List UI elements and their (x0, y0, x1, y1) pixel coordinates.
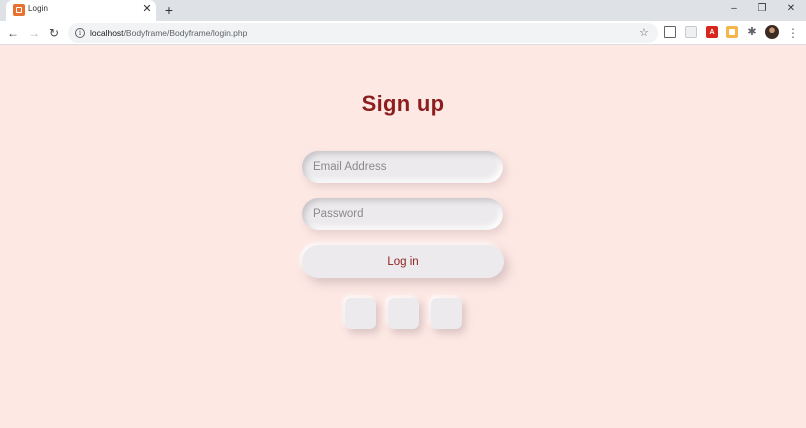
url-host: localhost (90, 28, 124, 38)
login-page: Sign up Log in (0, 46, 806, 428)
site-info-icon[interactable]: i (75, 28, 85, 38)
email-input[interactable] (302, 151, 503, 183)
browser-tab[interactable]: Login ✕ (6, 0, 156, 21)
bookmark-star-icon[interactable]: ☆ (639, 26, 649, 39)
login-button[interactable]: Log in (302, 245, 504, 278)
reload-icon[interactable]: ↻ (46, 25, 62, 41)
browser-menu-icon[interactable]: ⋮ (787, 25, 799, 41)
social-login-button-2[interactable] (388, 298, 419, 329)
social-login-button-1[interactable] (345, 298, 376, 329)
favicon-icon (13, 4, 25, 16)
pdf-extension-icon[interactable]: A (706, 26, 718, 38)
password-input[interactable] (302, 198, 503, 230)
new-tab-icon[interactable]: + (162, 3, 176, 17)
tab-strip: Login ✕ + – ❐ ✕ (0, 0, 806, 21)
social-login-button-3[interactable] (431, 298, 462, 329)
url-path: /Bodyframe/Bodyframe/login.php (123, 28, 248, 38)
browser-toolbar: ← → ↻ i localhost/Bodyframe/Bodyframe/lo… (0, 21, 806, 45)
minimize-icon[interactable]: – (725, 2, 743, 16)
back-arrow-icon[interactable]: ← (5, 25, 21, 41)
restore-icon[interactable]: ❐ (753, 2, 771, 16)
reader-mode-icon[interactable] (664, 26, 676, 38)
extension-doc-icon[interactable] (685, 26, 697, 38)
extension-box-icon[interactable] (726, 26, 738, 38)
profile-avatar[interactable] (765, 25, 779, 39)
forward-arrow-icon[interactable]: → (26, 25, 42, 41)
tab-close-icon[interactable]: ✕ (141, 3, 153, 15)
address-bar[interactable]: i localhost/Bodyframe/Bodyframe/login.ph… (68, 23, 658, 43)
tab-title: Login (28, 4, 49, 13)
extensions-puzzle-icon[interactable]: ✱ (746, 25, 758, 39)
page-title: Sign up (361, 91, 445, 116)
window-close-icon[interactable]: ✕ (782, 2, 800, 16)
url-text: localhost/Bodyframe/Bodyframe/login.php (90, 28, 247, 38)
